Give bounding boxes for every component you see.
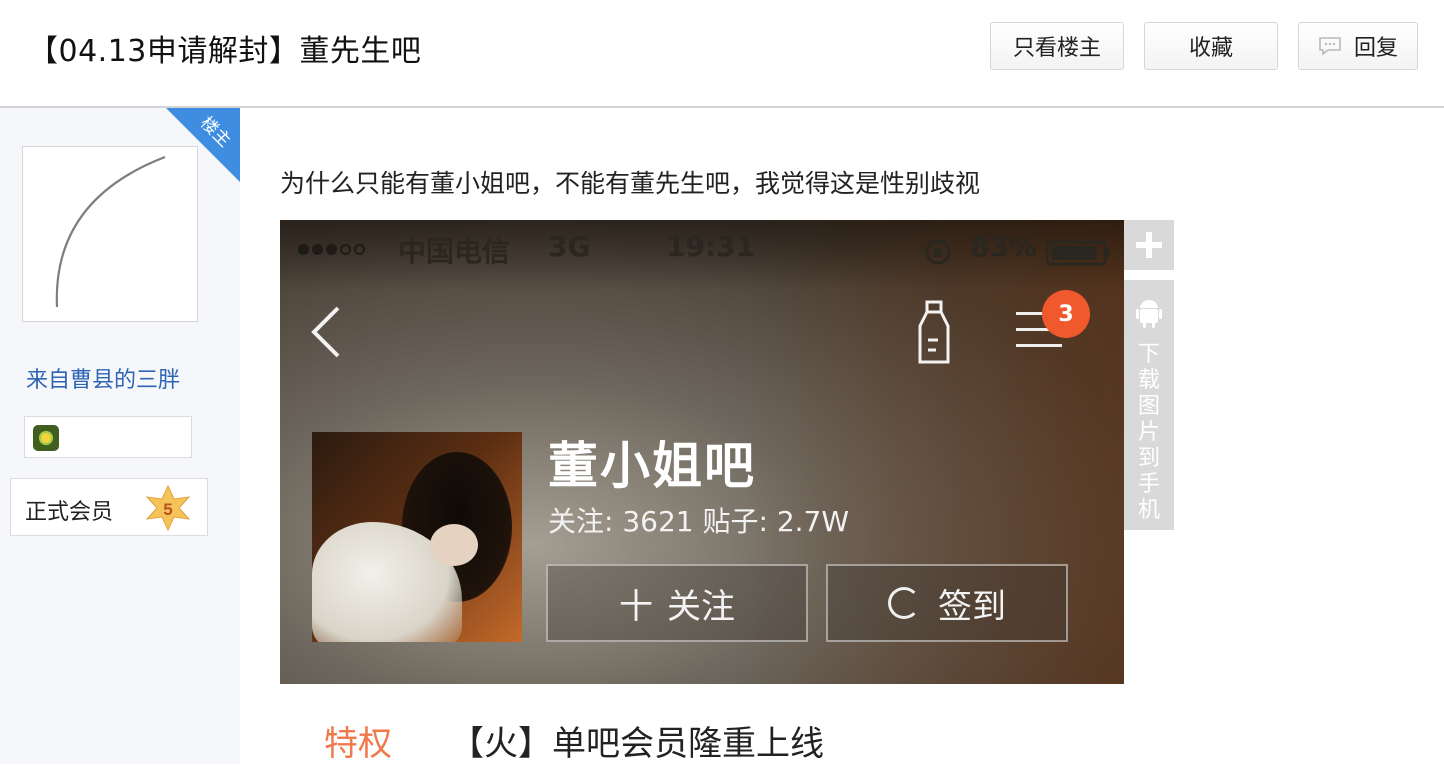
post-text: 为什么只能有董小姐吧，不能有董先生吧，我觉得这是性别歧视 <box>280 169 981 198</box>
network-text: 3G <box>548 230 591 263</box>
only-owner-button[interactable]: 只看楼主 <box>990 22 1124 70</box>
reply-label: 回复 <box>1353 36 1398 61</box>
avatar-stroke-image <box>55 155 166 308</box>
avatar[interactable] <box>22 146 198 322</box>
battery-icon <box>1046 240 1110 266</box>
level-star-icon: 5 <box>145 485 191 531</box>
member-level: 5 <box>163 500 172 519</box>
thread-header: 【04.13申请解封】董先生吧 只看楼主 收藏 回复 <box>0 0 1444 108</box>
carrier-text: 中国电信 <box>398 235 511 268</box>
badge-icon <box>33 425 59 451</box>
enlarge-image-button[interactable] <box>1124 220 1174 270</box>
bar-stats: 关注: 3621 贴子: 2.7W <box>548 505 850 538</box>
notification-count-badge: 3 <box>1042 290 1090 338</box>
back-arrow-icon[interactable] <box>308 306 344 358</box>
favorite-button[interactable]: 收藏 <box>1144 22 1278 70</box>
time-text: 19:31 <box>666 230 756 263</box>
bar-name: 董小姐吧 <box>548 437 756 495</box>
bottle-icon[interactable] <box>914 300 954 366</box>
sign-in-button[interactable]: 签到 <box>826 564 1068 642</box>
download-to-phone-button[interactable]: 下载图片到手机 <box>1124 280 1174 530</box>
refresh-circle-icon <box>888 587 920 619</box>
follow-button[interactable]: 十 关注 <box>546 564 808 642</box>
plus-icon <box>1136 232 1162 258</box>
android-icon <box>1136 300 1162 328</box>
follow-label: 关注 <box>667 586 735 627</box>
bar-cover-image <box>312 432 522 642</box>
thread-title: 【04.13申请解封】董先生吧 <box>28 34 422 69</box>
rotation-lock-icon <box>925 239 951 265</box>
follow-plus-glyph: 十 <box>619 586 653 627</box>
post-image[interactable]: 中国电信 3G 19:31 83% 3 董小姐吧 关注: 3621 贴子: 2.… <box>280 220 1124 684</box>
membership-box: 正式会员 5 <box>10 478 208 536</box>
battery-percent-text: 83% <box>970 230 1038 263</box>
download-label: 下载图片到手机 <box>1137 342 1160 523</box>
comment-icon <box>1319 37 1341 56</box>
author-username[interactable]: 来自曹县的三胖 <box>26 362 180 394</box>
badge-box <box>24 416 192 458</box>
sign-in-label: 签到 <box>938 586 1006 627</box>
privilege-label[interactable]: 特权 <box>324 716 392 765</box>
member-label: 正式会员 <box>25 500 114 525</box>
reply-button[interactable]: 回复 <box>1298 22 1418 70</box>
promo-text[interactable]: 【火】单吧会员隆重上线 <box>450 716 824 765</box>
cover-face-shape <box>430 524 478 566</box>
signal-dots-icon <box>298 240 368 259</box>
